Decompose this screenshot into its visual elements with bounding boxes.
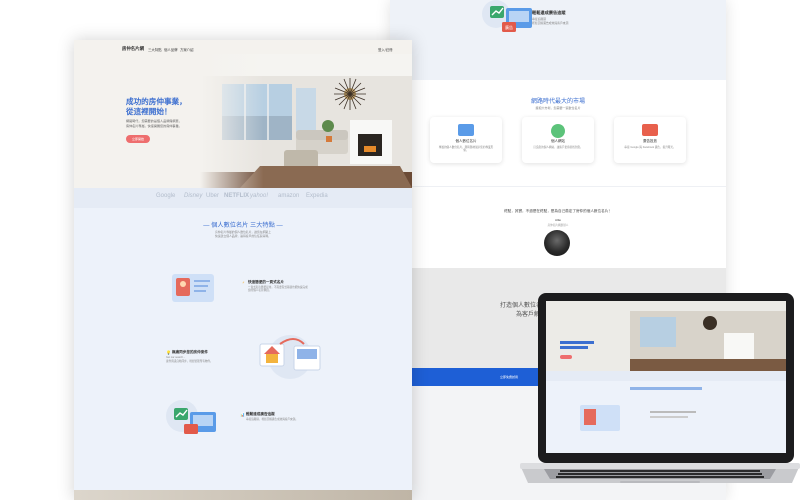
login-link[interactable]: 登入/註冊 [378,47,393,52]
features-title: — 個人數位名片 三大特點 — [203,222,283,229]
card-title: 個人網站 [551,139,565,143]
market-section: 網路時代最大的市場 擁抱大市場，您需要一張數位名片 個人數位名片 專屬的個人數位… [390,80,726,186]
disney-logo: Disney [184,193,203,199]
ad-tracking-illustration [166,400,216,434]
id-card-icon [458,124,474,136]
market-card-ads[interactable]: 廣告投放 串接 Google 與 Facebook 廣告，提升曝光。 [614,117,686,163]
nav-link-features[interactable]: 三大特點 [148,47,162,52]
back-feature-title: 輕鬆達成廣告追蹤 [532,10,566,15]
site-logo[interactable]: 房仲名片網 [122,46,144,52]
footer-photo-strip [74,490,412,500]
front-page-preview: 房仲名片網 三大特點 個人品牌 方案介紹 登入/註冊 成功的房仲事業， 從這裡開… [74,40,412,500]
business-card-illustration [172,274,214,302]
expedia-logo: Expedia [306,193,328,199]
uber-logo: Uber [206,193,220,199]
hero-headline-2: 從這裡開始！ [126,107,172,116]
ad-badge: 廣告 [505,24,513,30]
feature-desc-2a: Get car search... [166,356,186,359]
card-desc: 打造您的個人網站，讓客戶更容易找到您。 [533,146,583,149]
feature-desc-2b: 案件資訊自動同步，輕鬆管理所有物件。 [166,360,213,363]
nav-link-brand[interactable]: 個人品牌 [164,47,178,52]
card-title: 個人數位名片 [455,139,477,143]
amazon-logo: amazon [278,193,300,199]
megaphone-icon [642,124,658,136]
living-room-photo [200,54,412,188]
feature-title-3: 輕鬆達成廣告追蹤 [246,412,275,416]
laptop-mockup [520,293,800,483]
ad-tracking-illustration: 廣告 [482,0,532,32]
market-title: 網路時代最大的市場 [530,99,585,105]
back-feature-desc-2: 輕鬆掌握廣告成效與客戶來源 [532,21,569,25]
card-desc: 專屬的個人數位名片，隨時隨地展示您的專業形象。 [438,146,494,153]
features-subtitle-2: 快速建立個人品牌，贏得客戶的信任與青睞。 [215,234,271,238]
globe-icon [551,124,565,138]
market-card-website[interactable]: 個人網站 打造您的個人網站，讓客戶更容易找到您。 [522,117,594,163]
market-subtitle: 擁抱大市場，您需要一張數位名片 [535,106,581,110]
netflix-logo: NETFLIX [224,193,249,199]
testimonial-role: 房仲名片網創辦人 [547,224,569,227]
hero-section: 房仲名片網 三大特點 個人品牌 方案介紹 登入/註冊 成功的房仲事業， 從這裡開… [74,40,412,188]
chart-icon: 📊 [240,412,245,417]
feature-desc-3: 串接追蹤碼，輕鬆掌握廣告成效與客戶來源。 [246,418,298,421]
testimonial-text: 終點，其實，不過是在終點，是為自己奠定了房仲的個人數位名片！ [504,209,612,213]
card-desc: 串接 Google 與 Facebook 廣告，提升曝光。 [624,146,676,149]
testimonial-name: Allie [555,218,561,222]
yahoo-logo: yahoo! [250,193,269,199]
top-nav: 房仲名片網 三大特點 個人品牌 方案介紹 登入/註冊 [74,40,412,56]
house-sync-illustration [259,335,321,379]
market-card-profile[interactable]: 個人數位名片 專屬的個人數位名片，隨時隨地展示您的專業形象。 [430,117,502,163]
nav-link-plans[interactable]: 方案介紹 [180,47,194,52]
back-feature-section: 廣告 輕鬆達成廣告追蹤 串接追蹤碼 輕鬆掌握廣告成效與客戶來源 [390,0,726,80]
hero-desc-2: 房仲名片專屬，快速開展您的房仲事業。 [126,124,182,128]
bulb-icon: 💡 [166,350,171,355]
google-logo: Google [156,193,176,199]
feature-title-1: 快速簡便的一頁式名片 [248,280,284,284]
lightning-icon: ⚡ [242,280,245,285]
hero-cta-button[interactable]: 立即開始 [126,135,150,143]
feature-title-2: 無痛同步您的房仲案件 [172,350,208,354]
card-title: 廣告投放 [643,139,657,143]
feature-desc-1: 一頁式名片簡單易用，不需要程式基礎也能快速完成您的個人名片網頁。 [248,286,308,293]
cta-bar-button[interactable]: 立即免費試用 [500,375,518,379]
